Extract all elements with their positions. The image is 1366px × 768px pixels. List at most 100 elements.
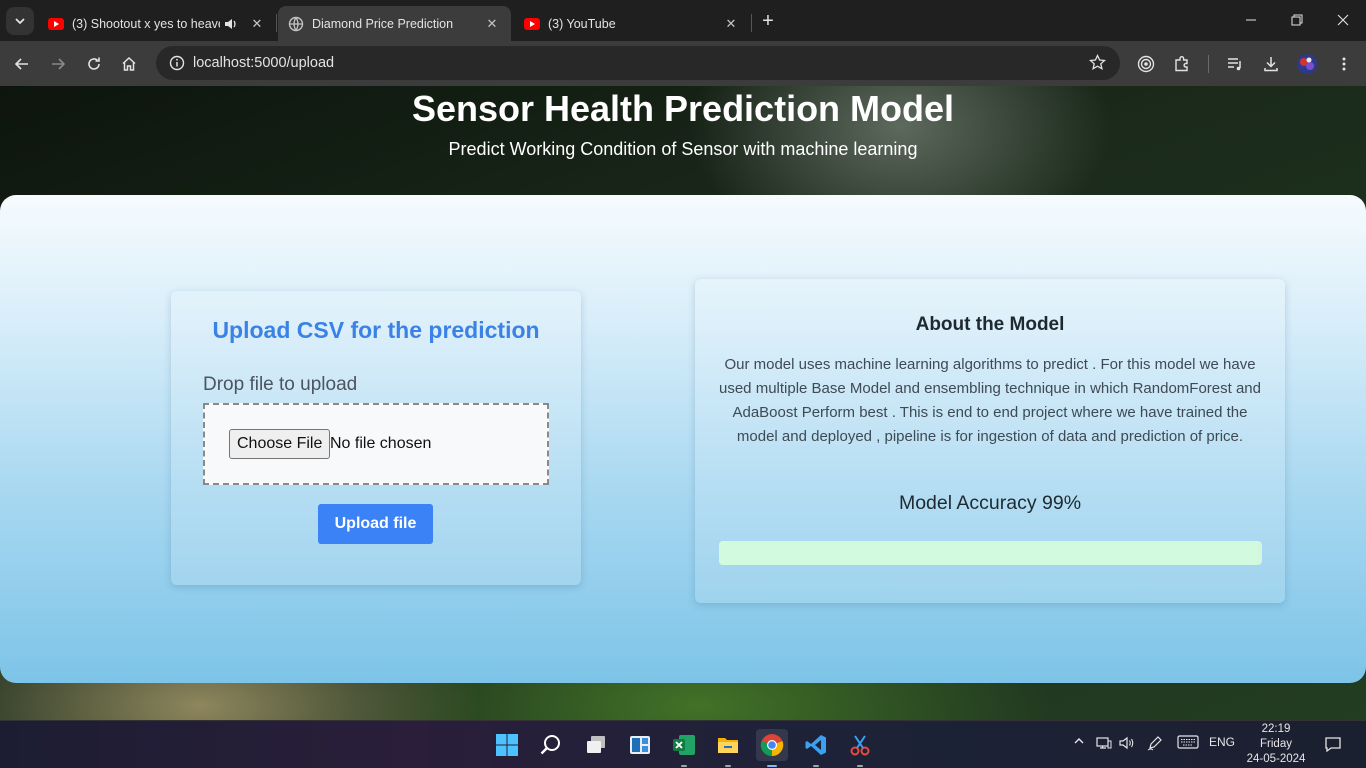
running-indicator <box>681 765 687 767</box>
tab-youtube[interactable]: (3) YouTube ✕ <box>514 6 750 41</box>
reload-button[interactable] <box>79 49 109 79</box>
excel-button[interactable] <box>668 729 700 761</box>
model-accuracy-label: Model Accuracy 99% <box>898 492 1082 514</box>
tab-strip: (3) Shootout x yes to heaven ✕ Diamond P… <box>0 0 1366 41</box>
upload-card: Upload CSV for the prediction Drop file … <box>171 291 581 585</box>
clock-day: Friday <box>1260 738 1292 750</box>
file-explorer-button[interactable] <box>712 729 744 761</box>
file-status-text: No file chosen <box>330 435 432 452</box>
restore-icon <box>1291 14 1303 26</box>
about-heading: About the Model <box>915 314 1065 335</box>
widgets-icon <box>630 736 650 754</box>
close-window-button[interactable] <box>1320 5 1366 35</box>
media-control-button[interactable] <box>1220 49 1250 79</box>
start-button[interactable] <box>491 729 523 761</box>
pen-button[interactable] <box>1146 735 1164 751</box>
task-view-button[interactable] <box>580 729 612 761</box>
download-icon <box>1264 57 1278 72</box>
task-view-icon <box>587 736 605 753</box>
profile-button[interactable] <box>1292 49 1322 79</box>
toolbar-divider <box>1208 55 1209 73</box>
close-icon[interactable]: ✕ <box>483 15 501 33</box>
chevron-down-icon <box>15 18 25 25</box>
minimize-button[interactable] <box>1228 5 1274 35</box>
upload-heading: Upload CSV for the prediction <box>212 317 540 343</box>
tab-search-button[interactable] <box>6 7 34 35</box>
taskbar: ENG 22:19 Friday 24-05-2024 <box>0 720 1366 768</box>
tab-title: (3) YouTube <box>548 16 616 31</box>
clock-date: 24-05-2024 <box>1246 753 1306 765</box>
target-icon <box>1137 55 1155 73</box>
extension-button[interactable] <box>1131 49 1161 79</box>
network-button[interactable] <box>1095 735 1113 751</box>
notification-icon <box>1325 737 1341 753</box>
close-icon <box>1337 14 1349 26</box>
downloads-button[interactable] <box>1256 49 1286 79</box>
accuracy-progress-fill <box>719 541 1257 565</box>
chrome-button[interactable] <box>756 729 788 761</box>
content-panel: Upload CSV for the prediction Drop file … <box>0 195 1366 683</box>
tab-diamond-price-prediction[interactable]: Diamond Price Prediction ✕ <box>278 6 511 41</box>
minimize-icon <box>1246 19 1256 21</box>
restore-button[interactable] <box>1274 5 1320 35</box>
running-indicator <box>813 765 819 767</box>
running-indicator <box>725 765 731 767</box>
running-indicator <box>857 765 863 767</box>
widgets-button[interactable] <box>624 729 656 761</box>
url-text[interactable]: localhost:5000/upload <box>193 55 334 71</box>
volume-button[interactable] <box>1118 735 1136 751</box>
notifications-button[interactable] <box>1323 735 1343 753</box>
youtube-icon <box>524 17 540 30</box>
back-button[interactable] <box>7 49 37 79</box>
touch-keyboard-button[interactable] <box>1176 735 1200 749</box>
arrow-right-icon <box>52 58 66 70</box>
clock[interactable]: 22:19 Friday 24-05-2024 <box>1232 722 1320 767</box>
windows-logo-icon <box>496 734 518 756</box>
choose-file-button[interactable]: Choose File <box>229 429 331 459</box>
clock-time: 22:19 <box>1261 723 1291 735</box>
vscode-button[interactable] <box>800 729 832 761</box>
new-tab-button[interactable]: + <box>756 9 780 33</box>
menu-button[interactable] <box>1329 49 1359 79</box>
upload-file-button[interactable]: Upload file <box>318 504 433 544</box>
browser-toolbar: localhost:5000/upload <box>0 41 1366 86</box>
show-hidden-icons-button[interactable] <box>1071 735 1087 747</box>
tab-title: (3) Shootout x yes to heaven <box>72 16 220 31</box>
forward-button[interactable] <box>43 49 73 79</box>
speaker-icon[interactable] <box>224 17 238 31</box>
arrow-left-icon <box>14 58 28 70</box>
tab-divider <box>751 14 752 32</box>
globe-icon <box>288 16 304 31</box>
address-bar[interactable]: localhost:5000/upload <box>156 46 1120 80</box>
home-icon <box>122 56 136 71</box>
pen-icon <box>1147 736 1162 751</box>
speaker-icon <box>1119 736 1134 750</box>
excel-icon <box>673 735 695 755</box>
network-icon <box>1096 737 1112 749</box>
extensions-button[interactable] <box>1167 49 1197 79</box>
drop-label: Drop file to upload <box>203 374 358 395</box>
keyboard-icon <box>1177 735 1199 749</box>
page-title: Sensor Health Prediction Model <box>411 88 955 129</box>
vscode-icon <box>805 735 826 755</box>
bookmark-star-icon[interactable] <box>1088 53 1107 76</box>
playlist-icon <box>1228 58 1241 71</box>
youtube-icon <box>48 17 64 30</box>
chrome-icon <box>760 734 784 757</box>
snipping-tool-button[interactable] <box>844 729 876 761</box>
about-description: Our model uses machine learning algorith… <box>719 356 1261 445</box>
tab-title: Diamond Price Prediction <box>312 16 454 31</box>
file-drop-zone[interactable]: Choose File No file chosen <box>203 403 549 485</box>
home-button[interactable] <box>114 49 144 79</box>
chevron-up-icon <box>1074 738 1084 744</box>
more-vertical-icon <box>1342 57 1346 71</box>
taskbar-search-button[interactable] <box>535 729 567 761</box>
puzzle-icon <box>1175 56 1188 72</box>
close-icon[interactable]: ✕ <box>722 15 740 33</box>
tab-youtube-music[interactable]: (3) Shootout x yes to heaven ✕ <box>38 6 276 41</box>
site-info-icon[interactable] <box>162 55 192 71</box>
avatar <box>1297 54 1317 74</box>
scissors-icon <box>850 735 870 756</box>
folder-icon <box>718 738 738 753</box>
close-icon[interactable]: ✕ <box>248 15 266 33</box>
